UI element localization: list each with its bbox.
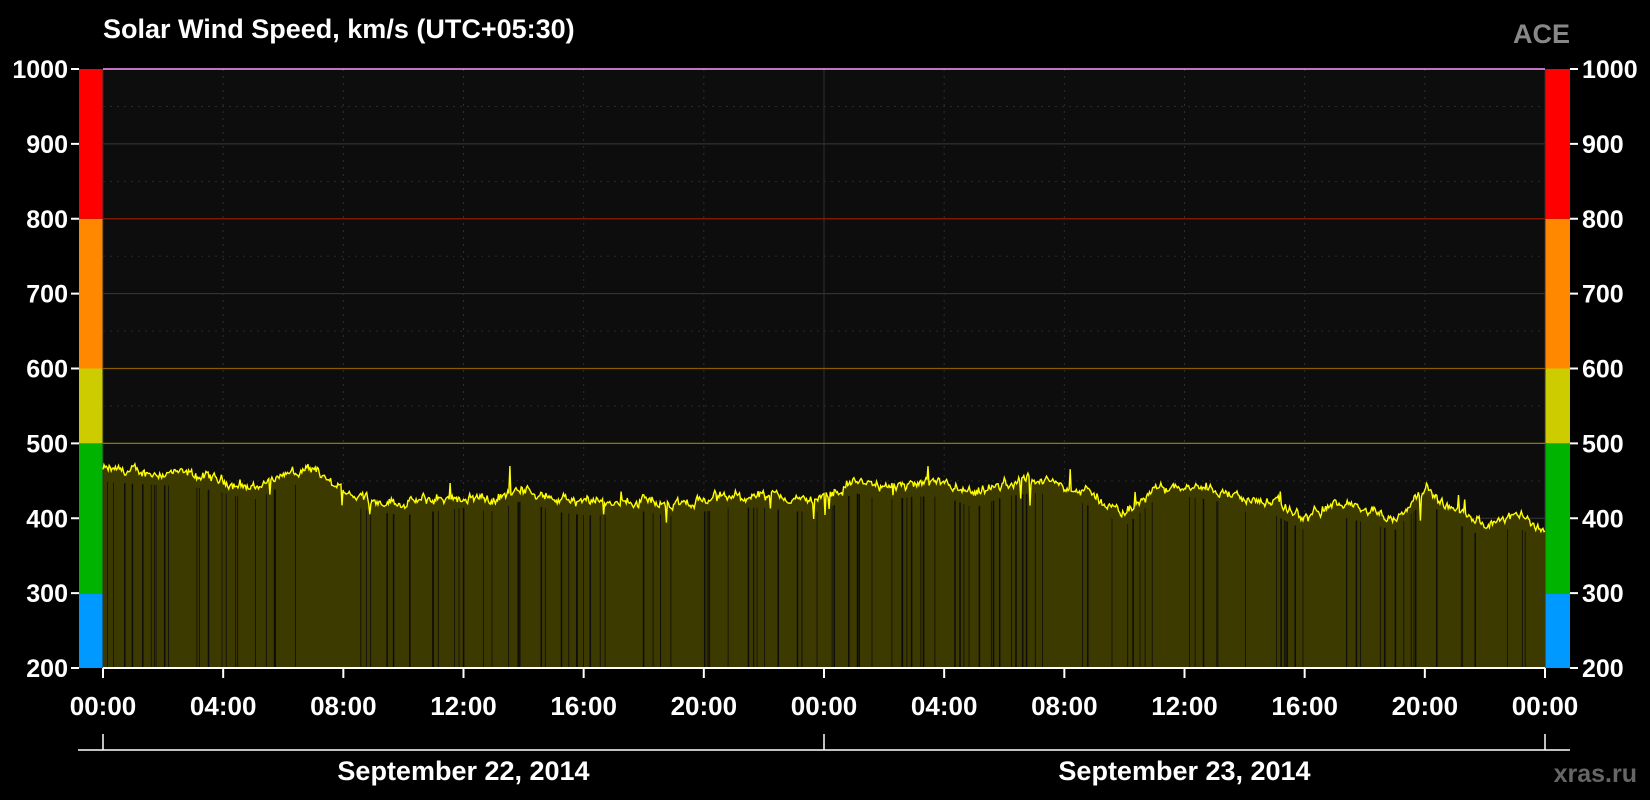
x-tick-label: 04:00 xyxy=(190,691,257,721)
color-band-left xyxy=(79,218,103,369)
y-tick-label-left: 600 xyxy=(26,356,68,384)
x-tick-label: 12:00 xyxy=(1151,691,1218,721)
color-band-left xyxy=(79,368,103,444)
x-tick-label: 08:00 xyxy=(310,691,377,721)
y-tick-label-left: 1000 xyxy=(12,56,68,84)
watermark: xras.ru xyxy=(1554,760,1637,788)
x-tick-label: 20:00 xyxy=(671,691,738,721)
y-tick-label-left: 200 xyxy=(26,655,68,683)
color-band-right xyxy=(1545,69,1570,219)
color-band-right xyxy=(1545,593,1570,668)
x-tick-label: 16:00 xyxy=(550,691,617,721)
solar-wind-chart: Solar Wind Speed, km/s (UTC+05:30) ACE x… xyxy=(12,14,1638,788)
x-tick-label: 08:00 xyxy=(1031,691,1098,721)
color-band-left xyxy=(79,69,103,219)
y-tick-label-left: 700 xyxy=(26,281,68,309)
y-tick-label-left: 500 xyxy=(26,430,68,458)
y-tick-label-right: 900 xyxy=(1582,131,1624,159)
y-tick-label-right: 300 xyxy=(1582,580,1624,608)
date-labels: September 22, 2014 September 23, 2014 xyxy=(337,756,1310,786)
color-band-right xyxy=(1545,218,1570,369)
x-tick-label: 12:00 xyxy=(430,691,497,721)
color-band-right xyxy=(1545,443,1570,594)
y-ticks-right: 200 300 400 500 600 700 800 900 1000 xyxy=(1570,56,1638,683)
y-tick-label-left: 800 xyxy=(26,206,68,234)
y-tick-label-right: 500 xyxy=(1582,430,1624,458)
x-tick-label: 00:00 xyxy=(1512,691,1579,721)
color-bands-right xyxy=(1545,69,1570,668)
y-tick-label-right: 1000 xyxy=(1582,56,1638,84)
x-tick-label: 00:00 xyxy=(70,691,137,721)
x-ticks: 00:00 04:00 08:00 12:00 16:00 20:00 00:00 04:00… xyxy=(70,668,1579,750)
x-tick-label: 04:00 xyxy=(911,691,978,721)
y-tick-label-left: 400 xyxy=(26,505,68,533)
date-label: September 23, 2014 xyxy=(1058,756,1310,786)
source-label: ACE xyxy=(1513,19,1570,49)
color-band-left xyxy=(79,443,103,594)
color-band-right xyxy=(1545,368,1570,444)
y-tick-label-right: 800 xyxy=(1582,206,1624,234)
y-tick-label-right: 600 xyxy=(1582,356,1624,384)
x-tick-label: 00:00 xyxy=(791,691,858,721)
color-band-left xyxy=(79,593,103,668)
color-bands-left xyxy=(79,69,103,668)
y-tick-label-right: 200 xyxy=(1582,655,1624,683)
y-tick-label-right: 400 xyxy=(1582,505,1624,533)
x-tick-label: 20:00 xyxy=(1392,691,1459,721)
y-tick-label-right: 700 xyxy=(1582,281,1624,309)
y-tick-label-left: 300 xyxy=(26,580,68,608)
date-label: September 22, 2014 xyxy=(337,756,589,786)
chart-title: Solar Wind Speed, km/s (UTC+05:30) xyxy=(103,14,575,44)
y-ticks-left: 200 300 400 500 600 700 800 900 1000 xyxy=(12,56,79,683)
y-tick-label-left: 900 xyxy=(26,131,68,159)
x-tick-label: 16:00 xyxy=(1271,691,1338,721)
